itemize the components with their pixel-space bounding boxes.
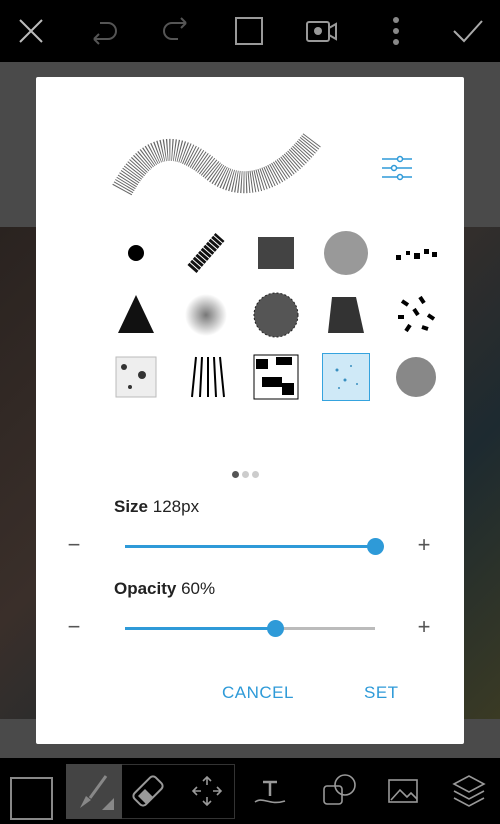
more-icon[interactable] (378, 13, 414, 49)
opacity-slider[interactable] (125, 620, 375, 637)
eraser-icon[interactable] (124, 764, 178, 818)
bottom-toolbar (0, 760, 500, 822)
brush-settings-dialog: Size 128px − + Opacity 60% − + CANCEL SE… (36, 77, 464, 744)
page-dot[interactable] (252, 471, 259, 478)
size-label: Size 128px (114, 497, 200, 516)
brush-scatter-squares[interactable] (392, 229, 440, 277)
color-swatch[interactable] (10, 777, 53, 820)
brush-spray-triangle[interactable] (112, 291, 160, 339)
opacity-decrease-button[interactable]: − (64, 614, 84, 640)
opacity-slider-thumb[interactable] (267, 620, 284, 637)
brush-settings-icon[interactable] (382, 155, 412, 181)
brush-hair-lines[interactable] (182, 353, 230, 401)
record-video-icon[interactable] (304, 13, 340, 49)
brush-grunge-square[interactable] (112, 353, 160, 401)
undo-icon[interactable] (86, 13, 122, 49)
layers-icon[interactable] (442, 764, 496, 818)
brush-rough-blob[interactable] (322, 291, 370, 339)
check-icon[interactable] (450, 13, 486, 49)
close-icon[interactable] (13, 13, 49, 49)
move-icon[interactable] (180, 764, 234, 818)
brush-splatter-square[interactable] (252, 353, 300, 401)
size-value: 128px (152, 497, 200, 516)
size-slider[interactable] (125, 538, 384, 555)
brush-sparkle-square[interactable] (322, 353, 370, 401)
add-photo-icon[interactable] (376, 764, 430, 818)
text-icon[interactable] (243, 764, 297, 818)
size-increase-button[interactable]: + (414, 532, 434, 558)
top-toolbar (0, 0, 500, 62)
opacity-label: Opacity 60% (114, 579, 216, 598)
brush-tool-button[interactable] (66, 764, 122, 819)
brush-preview (112, 133, 321, 196)
opacity-increase-button[interactable]: + (414, 614, 434, 640)
brush-soft-round[interactable] (182, 291, 230, 339)
cancel-button[interactable]: CANCEL (222, 683, 294, 703)
brush-noise-circle[interactable] (322, 229, 370, 277)
brush-soft-noise-circle[interactable] (392, 353, 440, 401)
shape-icon[interactable] (312, 764, 366, 818)
size-slider-thumb[interactable] (367, 538, 384, 555)
brush-round-solid[interactable] (112, 229, 160, 277)
set-button[interactable]: SET (364, 683, 399, 703)
brush-charcoal-stroke[interactable] (182, 229, 230, 277)
page-dot[interactable] (242, 471, 249, 478)
brush-icon (80, 775, 114, 810)
brush-scatter-dashes[interactable] (392, 291, 440, 339)
opacity-value: 60% (181, 579, 216, 598)
brush-rough-square[interactable] (252, 229, 300, 277)
page-dot[interactable] (232, 471, 239, 478)
brush-speckle-circle[interactable] (252, 291, 300, 339)
size-decrease-button[interactable]: − (64, 532, 84, 558)
fullscreen-icon[interactable] (231, 13, 267, 49)
page-indicator (232, 465, 262, 483)
redo-icon[interactable] (158, 13, 194, 49)
